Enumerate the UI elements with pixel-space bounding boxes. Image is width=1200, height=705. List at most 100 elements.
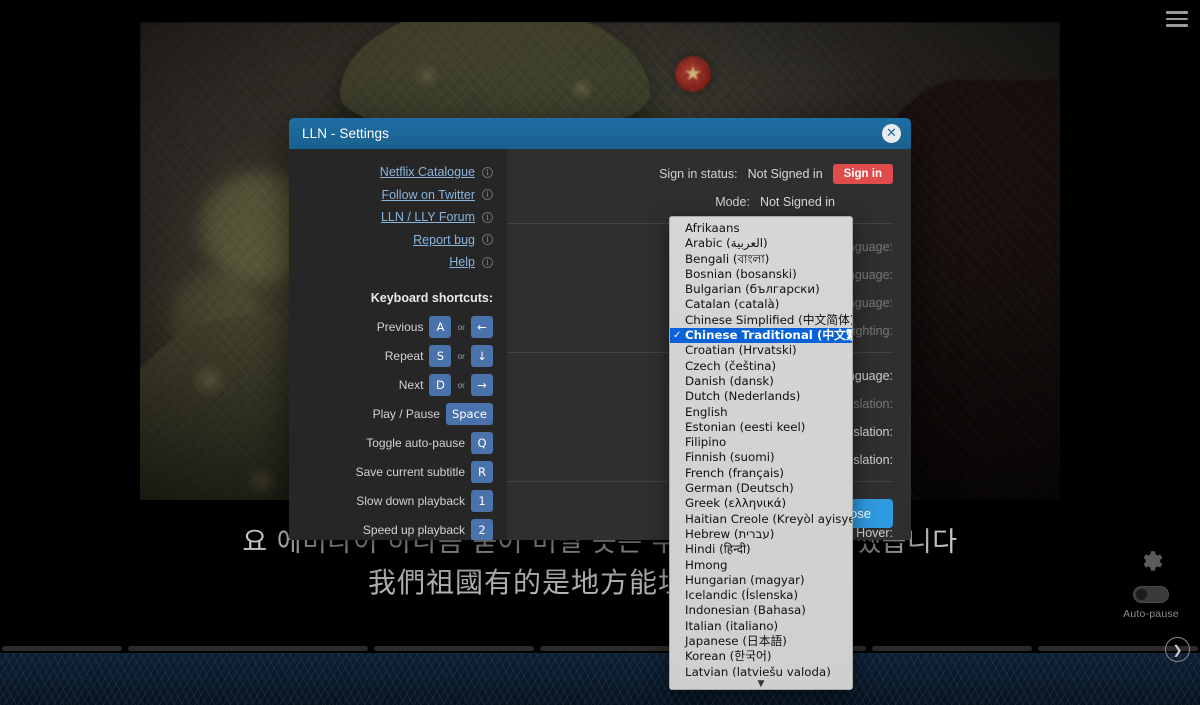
shortcut-key: ←: [471, 316, 493, 338]
language-option[interactable]: Hebrew (עברית): [670, 527, 852, 542]
link-follow-on-twitter[interactable]: Follow on Twitter i: [289, 188, 493, 202]
shortcut-label: Repeat: [384, 349, 424, 363]
info-icon[interactable]: i: [482, 234, 493, 245]
language-option[interactable]: Afrikaans: [670, 221, 852, 236]
language-option[interactable]: Indonesian (Bahasa): [670, 603, 852, 618]
language-option[interactable]: Finnish (suomi): [670, 450, 852, 465]
link-help[interactable]: Help i: [289, 255, 493, 269]
link-label[interactable]: LLN / LLY Forum: [381, 210, 475, 224]
mode-value: Not Signed in: [759, 195, 835, 209]
language-option[interactable]: Chinese Traditional (中文繁體): [670, 328, 852, 344]
sign-in-status-label: Sign in status:: [659, 167, 738, 181]
language-option-list: Afrikaans Arabic (العربية) Bengali (বাংলা)…: [670, 221, 852, 689]
language-option[interactable]: Arabic (العربية): [670, 236, 852, 251]
shortcut-toggle-auto-pause: Toggle auto-pause Q: [289, 432, 493, 454]
shortcut-or: or: [457, 351, 465, 361]
shortcut-next: Next D or →: [289, 374, 493, 396]
shortcut-or: or: [457, 380, 465, 390]
menu-bar: [1166, 24, 1188, 27]
shortcut-key: A: [429, 316, 452, 338]
progress-segment[interactable]: [374, 646, 534, 651]
language-option[interactable]: Chinese Simplified (中文简体): [670, 313, 852, 328]
language-option[interactable]: Bengali (বাংলা): [670, 252, 852, 267]
shortcut-slow-down: Slow down playback 1: [289, 490, 493, 512]
shortcut-label: Next: [398, 378, 424, 392]
shortcut-previous: Previous A or ←: [289, 316, 493, 338]
hamburger-menu-icon[interactable]: [1166, 11, 1188, 31]
language-option[interactable]: Hmong: [670, 558, 852, 573]
shortcut-key: S: [429, 345, 452, 367]
shortcut-key: Space: [445, 403, 493, 425]
sign-in-button[interactable]: Sign in: [832, 164, 893, 184]
info-icon[interactable]: i: [482, 189, 493, 200]
screen: 요 에미나이 하나쯤 묻어 버릴 곳은 우리 조국에 쌔고 쌨습니다 我們祖國有…: [0, 0, 1200, 705]
language-dropdown[interactable]: Afrikaans Arabic (العربية) Bengali (বাংলা)…: [669, 216, 853, 690]
shortcut-or: or: [457, 322, 465, 332]
shortcut-key: ↓: [471, 345, 493, 367]
player-side-controls: Auto-pause: [1116, 548, 1186, 620]
language-option[interactable]: Hungarian (magyar): [670, 573, 852, 588]
shortcut-key: Q: [471, 432, 493, 454]
language-option[interactable]: Haitian Creole (Kreyòl ayisyen): [670, 512, 852, 527]
link-lln-lly-forum[interactable]: LLN / LLY Forum i: [289, 210, 493, 224]
progress-segment[interactable]: [2, 646, 122, 651]
shortcut-key: →: [471, 374, 493, 396]
language-option[interactable]: Filipino: [670, 435, 852, 450]
shortcut-repeat: Repeat S or ↓: [289, 345, 493, 367]
info-icon[interactable]: i: [482, 211, 493, 223]
language-option[interactable]: Dutch (Nederlands): [670, 389, 852, 404]
language-option[interactable]: Croatian (Hrvatski): [670, 343, 852, 358]
sign-in-status-value: Not Signed in: [747, 167, 823, 181]
shortcut-key: 1: [471, 490, 493, 512]
link-label[interactable]: Help: [449, 255, 475, 269]
menu-bar: [1166, 11, 1188, 14]
language-option[interactable]: Italian (italiano): [670, 619, 852, 634]
link-netflix-catalogue[interactable]: Netflix Catalogue i: [289, 165, 493, 179]
row-mode: Mode: Not Signed in: [507, 191, 893, 213]
shortcut-key: R: [471, 461, 493, 483]
progress-segment[interactable]: [872, 646, 1032, 651]
language-option[interactable]: Bosnian (bosanski): [670, 267, 852, 282]
shortcuts-heading: Keyboard shortcuts:: [370, 291, 493, 305]
language-option[interactable]: German (Deutsch): [670, 481, 852, 496]
language-option[interactable]: Japanese (日本語): [670, 634, 852, 649]
progress-bar[interactable]: [0, 644, 1200, 653]
shortcut-key: D: [429, 374, 452, 396]
language-option[interactable]: Danish (dansk): [670, 374, 852, 389]
language-option[interactable]: Estonian (eesti keel): [670, 420, 852, 435]
language-option[interactable]: Icelandic (Íslenska): [670, 588, 852, 603]
shortcut-speed-up: Speed up playback 2: [289, 519, 493, 540]
shortcut-label: Play / Pause: [372, 407, 440, 421]
toggle-knob: [1136, 589, 1147, 600]
language-option[interactable]: English: [670, 405, 852, 420]
language-option[interactable]: Bulgarian (български): [670, 282, 852, 297]
auto-pause-toggle[interactable]: [1133, 586, 1169, 603]
dialog-titlebar[interactable]: LLN - Settings ✕: [289, 118, 911, 149]
language-option[interactable]: Korean (한국어): [670, 649, 852, 664]
gear-icon[interactable]: [1138, 548, 1164, 574]
shortcut-key: 2: [471, 519, 493, 540]
shortcut-label: Slow down playback: [356, 494, 465, 508]
info-icon[interactable]: i: [482, 256, 493, 268]
link-label[interactable]: Report bug: [413, 233, 475, 247]
language-option[interactable]: Czech (čeština): [670, 359, 852, 374]
mode-label: Mode:: [715, 195, 750, 209]
link-report-bug[interactable]: Report bug i: [289, 233, 493, 247]
language-option[interactable]: Hindi (हिन्दी): [670, 542, 852, 557]
language-option[interactable]: Greek (ελληνικά): [670, 496, 852, 511]
close-circle-icon[interactable]: ✕: [882, 124, 901, 143]
link-label[interactable]: Netflix Catalogue: [380, 165, 475, 179]
info-icon[interactable]: i: [482, 166, 493, 178]
dialog-sidebar: Netflix Catalogue i Follow on Twitter i …: [289, 149, 507, 540]
language-option[interactable]: French (français): [670, 466, 852, 481]
shortcut-label: Toggle auto-pause: [366, 436, 465, 450]
menu-bar: [1166, 17, 1188, 20]
progress-segment[interactable]: [128, 646, 368, 651]
link-label[interactable]: Follow on Twitter: [381, 188, 475, 202]
auto-pause-label: Auto-pause: [1123, 608, 1179, 620]
scroll-down-arrow-icon[interactable]: ▼: [670, 675, 852, 689]
shortcut-label: Speed up playback: [362, 523, 465, 537]
row-sign-in-status: Sign in status: Not Signed in Sign in: [507, 163, 893, 185]
language-option[interactable]: Catalan (català): [670, 297, 852, 312]
chevron-down-icon[interactable]: ❯: [1165, 637, 1190, 662]
